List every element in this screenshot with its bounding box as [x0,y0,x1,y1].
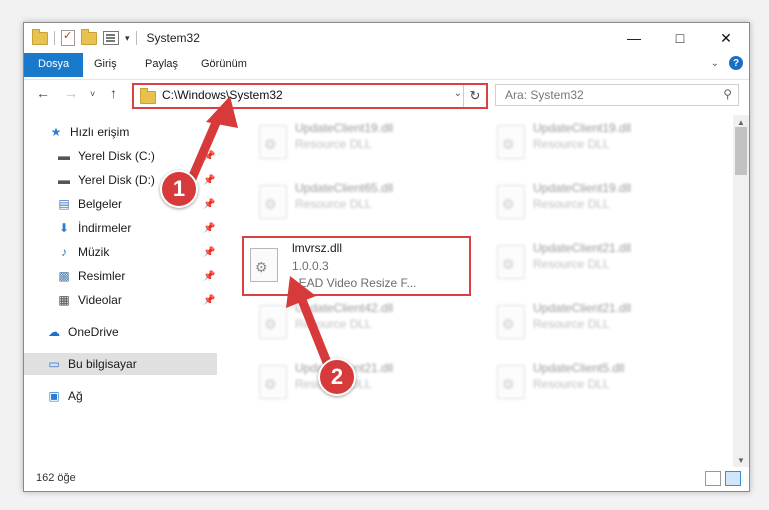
step-1-badge: 1 [160,170,198,208]
arrow-2 [286,276,335,375]
annotation-overlay [185,96,335,375]
arrow-1 [185,96,238,188]
step-2-badge: 2 [318,358,356,396]
